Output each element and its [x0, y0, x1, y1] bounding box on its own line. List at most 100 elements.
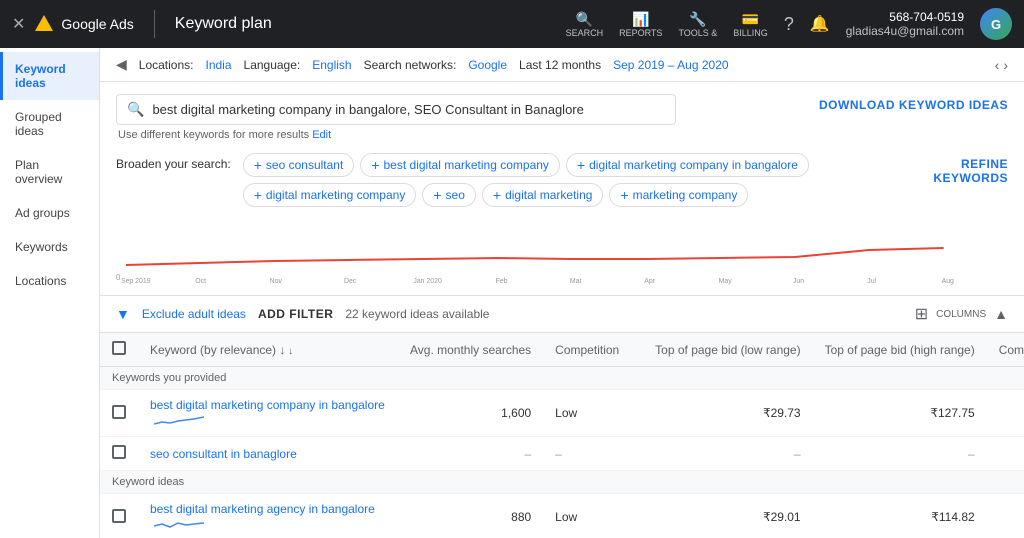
collapse-icon[interactable]: ▲	[994, 306, 1008, 322]
broaden-label: Broaden your search:	[116, 153, 231, 171]
th-checkbox	[100, 333, 138, 367]
svg-text:Apr: Apr	[644, 278, 655, 285]
tools-settings-icon[interactable]: 🔧 TOOLS &	[678, 11, 717, 38]
chip-digital-marketing-company-in-bangalore[interactable]: + digital marketing company in bangalore	[566, 153, 809, 177]
chip-best-digital-marketing-company[interactable]: + best digital marketing company	[360, 153, 560, 177]
download-keyword-ideas-button[interactable]: DOWNLOAD KEYWORD IDEAS	[819, 82, 1024, 112]
account-email: gladias4u@gmail.com	[846, 24, 964, 38]
period-label: Last 12 months	[519, 58, 601, 72]
table-wrap: Keyword (by relevance) ↓ Avg. monthly se…	[100, 333, 1024, 538]
th-bid-low: Top of page bid (low range)	[643, 333, 812, 367]
locations-label: Locations:	[139, 58, 194, 72]
search-icon[interactable]: 🔍 SEARCH	[566, 11, 604, 38]
keyword-link[interactable]: best digital marketing agency in bangalo…	[150, 502, 375, 516]
add-filter-button[interactable]: ADD FILTER	[258, 307, 333, 321]
svg-text:Jul: Jul	[867, 278, 876, 285]
svg-text:Feb: Feb	[496, 278, 508, 285]
competition-cell: Low	[543, 390, 643, 437]
row-checkbox[interactable]	[112, 405, 126, 419]
section-header-provided: Keywords you provided	[100, 367, 1024, 390]
content-area: ◀ Locations: India Language: English Sea…	[100, 48, 1024, 538]
locations-value[interactable]: India	[205, 58, 231, 72]
chip-digital-marketing-company[interactable]: + digital marketing company	[243, 183, 417, 207]
language-value[interactable]: English	[312, 58, 351, 72]
svg-text:Jun: Jun	[793, 278, 804, 285]
chevron-right-icon[interactable]: ›	[1003, 57, 1008, 73]
topbar-divider	[154, 10, 155, 38]
filter-count: 22 keyword ideas available	[345, 307, 489, 321]
google-ads-label: Google Ads	[61, 16, 133, 32]
section-header-ideas: Keyword ideas	[100, 471, 1024, 494]
svg-text:Aug: Aug	[942, 278, 954, 285]
google-ads-logo: Google Ads	[33, 13, 133, 35]
svg-text:Jan 2020: Jan 2020	[413, 278, 442, 285]
keyword-link[interactable]: seo consultant in banaglore	[150, 447, 297, 461]
chip-seo[interactable]: + seo	[422, 183, 476, 207]
svg-text:Dec: Dec	[344, 278, 357, 285]
close-icon[interactable]: ✕	[12, 14, 25, 34]
bid-high-cell: ₹114.82	[813, 494, 987, 538]
subnav-back-arrow[interactable]: ◀	[116, 56, 127, 73]
keyword-table: Keyword (by relevance) ↓ Avg. monthly se…	[100, 333, 1024, 538]
broaden-text: Broaden your search:	[116, 157, 231, 171]
table-row: best digital marketing agency in bangalo…	[100, 494, 1024, 538]
row-checkbox[interactable]	[112, 509, 126, 523]
help-icon[interactable]: ?	[784, 14, 794, 35]
sidebar-item-locations[interactable]: Locations	[0, 264, 99, 298]
broaden-area: Broaden your search: + seo consultant + …	[100, 145, 1024, 215]
search-box[interactable]: 🔍	[116, 94, 676, 125]
table-row: best digital marketing company in bangal…	[100, 390, 1024, 437]
networks-value[interactable]: Google	[468, 58, 507, 72]
topbar-left: ✕ Google Ads Keyword plan	[12, 10, 272, 38]
topbar: ✕ Google Ads Keyword plan 🔍 SEARCH 📊 REP…	[0, 0, 1024, 48]
indexed-cell	[987, 437, 1024, 471]
networks-label: Search networks:	[364, 58, 457, 72]
columns-icon[interactable]: ⊞	[915, 304, 928, 324]
keyword-link[interactable]: best digital marketing company in bangal…	[150, 398, 385, 412]
keyword-cell: best digital marketing company in bangal…	[138, 390, 398, 437]
indexed-cell: 23	[987, 390, 1024, 437]
language-label: Language:	[244, 58, 301, 72]
edit-link[interactable]: Edit	[312, 129, 331, 141]
row-checkbox[interactable]	[112, 445, 126, 459]
competition-cell: –	[543, 437, 643, 471]
sidebar-item-keywords[interactable]: Keywords	[0, 230, 99, 264]
reports-icon[interactable]: 📊 REPORTS	[619, 11, 662, 38]
refine-keywords-button[interactable]: REFINEKEYWORDS	[928, 153, 1008, 185]
search-input[interactable]	[152, 102, 632, 117]
svg-text:Mar: Mar	[570, 278, 583, 285]
th-avg-searches: Avg. monthly searches	[398, 333, 543, 367]
section-title-ideas: Keyword ideas	[100, 471, 1024, 494]
svg-text:Sep 2019: Sep 2019	[121, 278, 151, 285]
sidebar-item-grouped-ideas[interactable]: Grouped ideas	[0, 100, 99, 148]
sidebar-item-ad-groups[interactable]: Ad groups	[0, 196, 99, 230]
th-keyword[interactable]: Keyword (by relevance) ↓	[138, 333, 398, 367]
filter-bar: ▼ Exclude adult ideas ADD FILTER 22 keyw…	[100, 295, 1024, 333]
avg-searches-cell: –	[398, 437, 543, 471]
competition-cell: Low	[543, 494, 643, 538]
select-all-checkbox[interactable]	[112, 341, 126, 355]
avatar[interactable]: G	[980, 8, 1012, 40]
chip-digital-marketing[interactable]: + digital marketing	[482, 183, 604, 207]
svg-text:Oct: Oct	[195, 278, 206, 285]
th-bid-high: Top of page bid (high range)	[813, 333, 987, 367]
avg-searches-cell: 880	[398, 494, 543, 538]
bid-high-cell: ₹127.75	[813, 390, 987, 437]
billing-icon[interactable]: 💳 BILLING	[733, 11, 768, 38]
chip-marketing-company[interactable]: + marketing company	[609, 183, 748, 207]
keyword-cell: seo consultant in banaglore	[138, 437, 398, 471]
exclude-adult-ideas-link[interactable]: Exclude adult ideas	[142, 307, 246, 321]
keyword-hint: Use different keywords for more results …	[118, 129, 803, 141]
notification-icon[interactable]: 🔔	[810, 14, 830, 34]
search-area: 🔍 Use different keywords for more result…	[100, 82, 819, 145]
period-value[interactable]: Sep 2019 – Aug 2020	[613, 58, 728, 72]
search-row: 🔍 Use different keywords for more result…	[100, 82, 1024, 145]
topbar-account: 568-704-0519 gladias4u@gmail.com	[846, 10, 964, 38]
filter-right: ⊞ COLUMNS ▲	[915, 304, 1008, 324]
th-competition: Competition	[543, 333, 643, 367]
sidebar-item-plan-overview[interactable]: Plan overview	[0, 148, 99, 196]
bid-high-cell: –	[813, 437, 987, 471]
chip-seo-consultant[interactable]: + seo consultant	[243, 153, 355, 177]
chevron-left-icon[interactable]: ‹	[995, 57, 1000, 73]
sidebar-item-keyword-ideas[interactable]: Keyword ideas	[0, 52, 99, 100]
